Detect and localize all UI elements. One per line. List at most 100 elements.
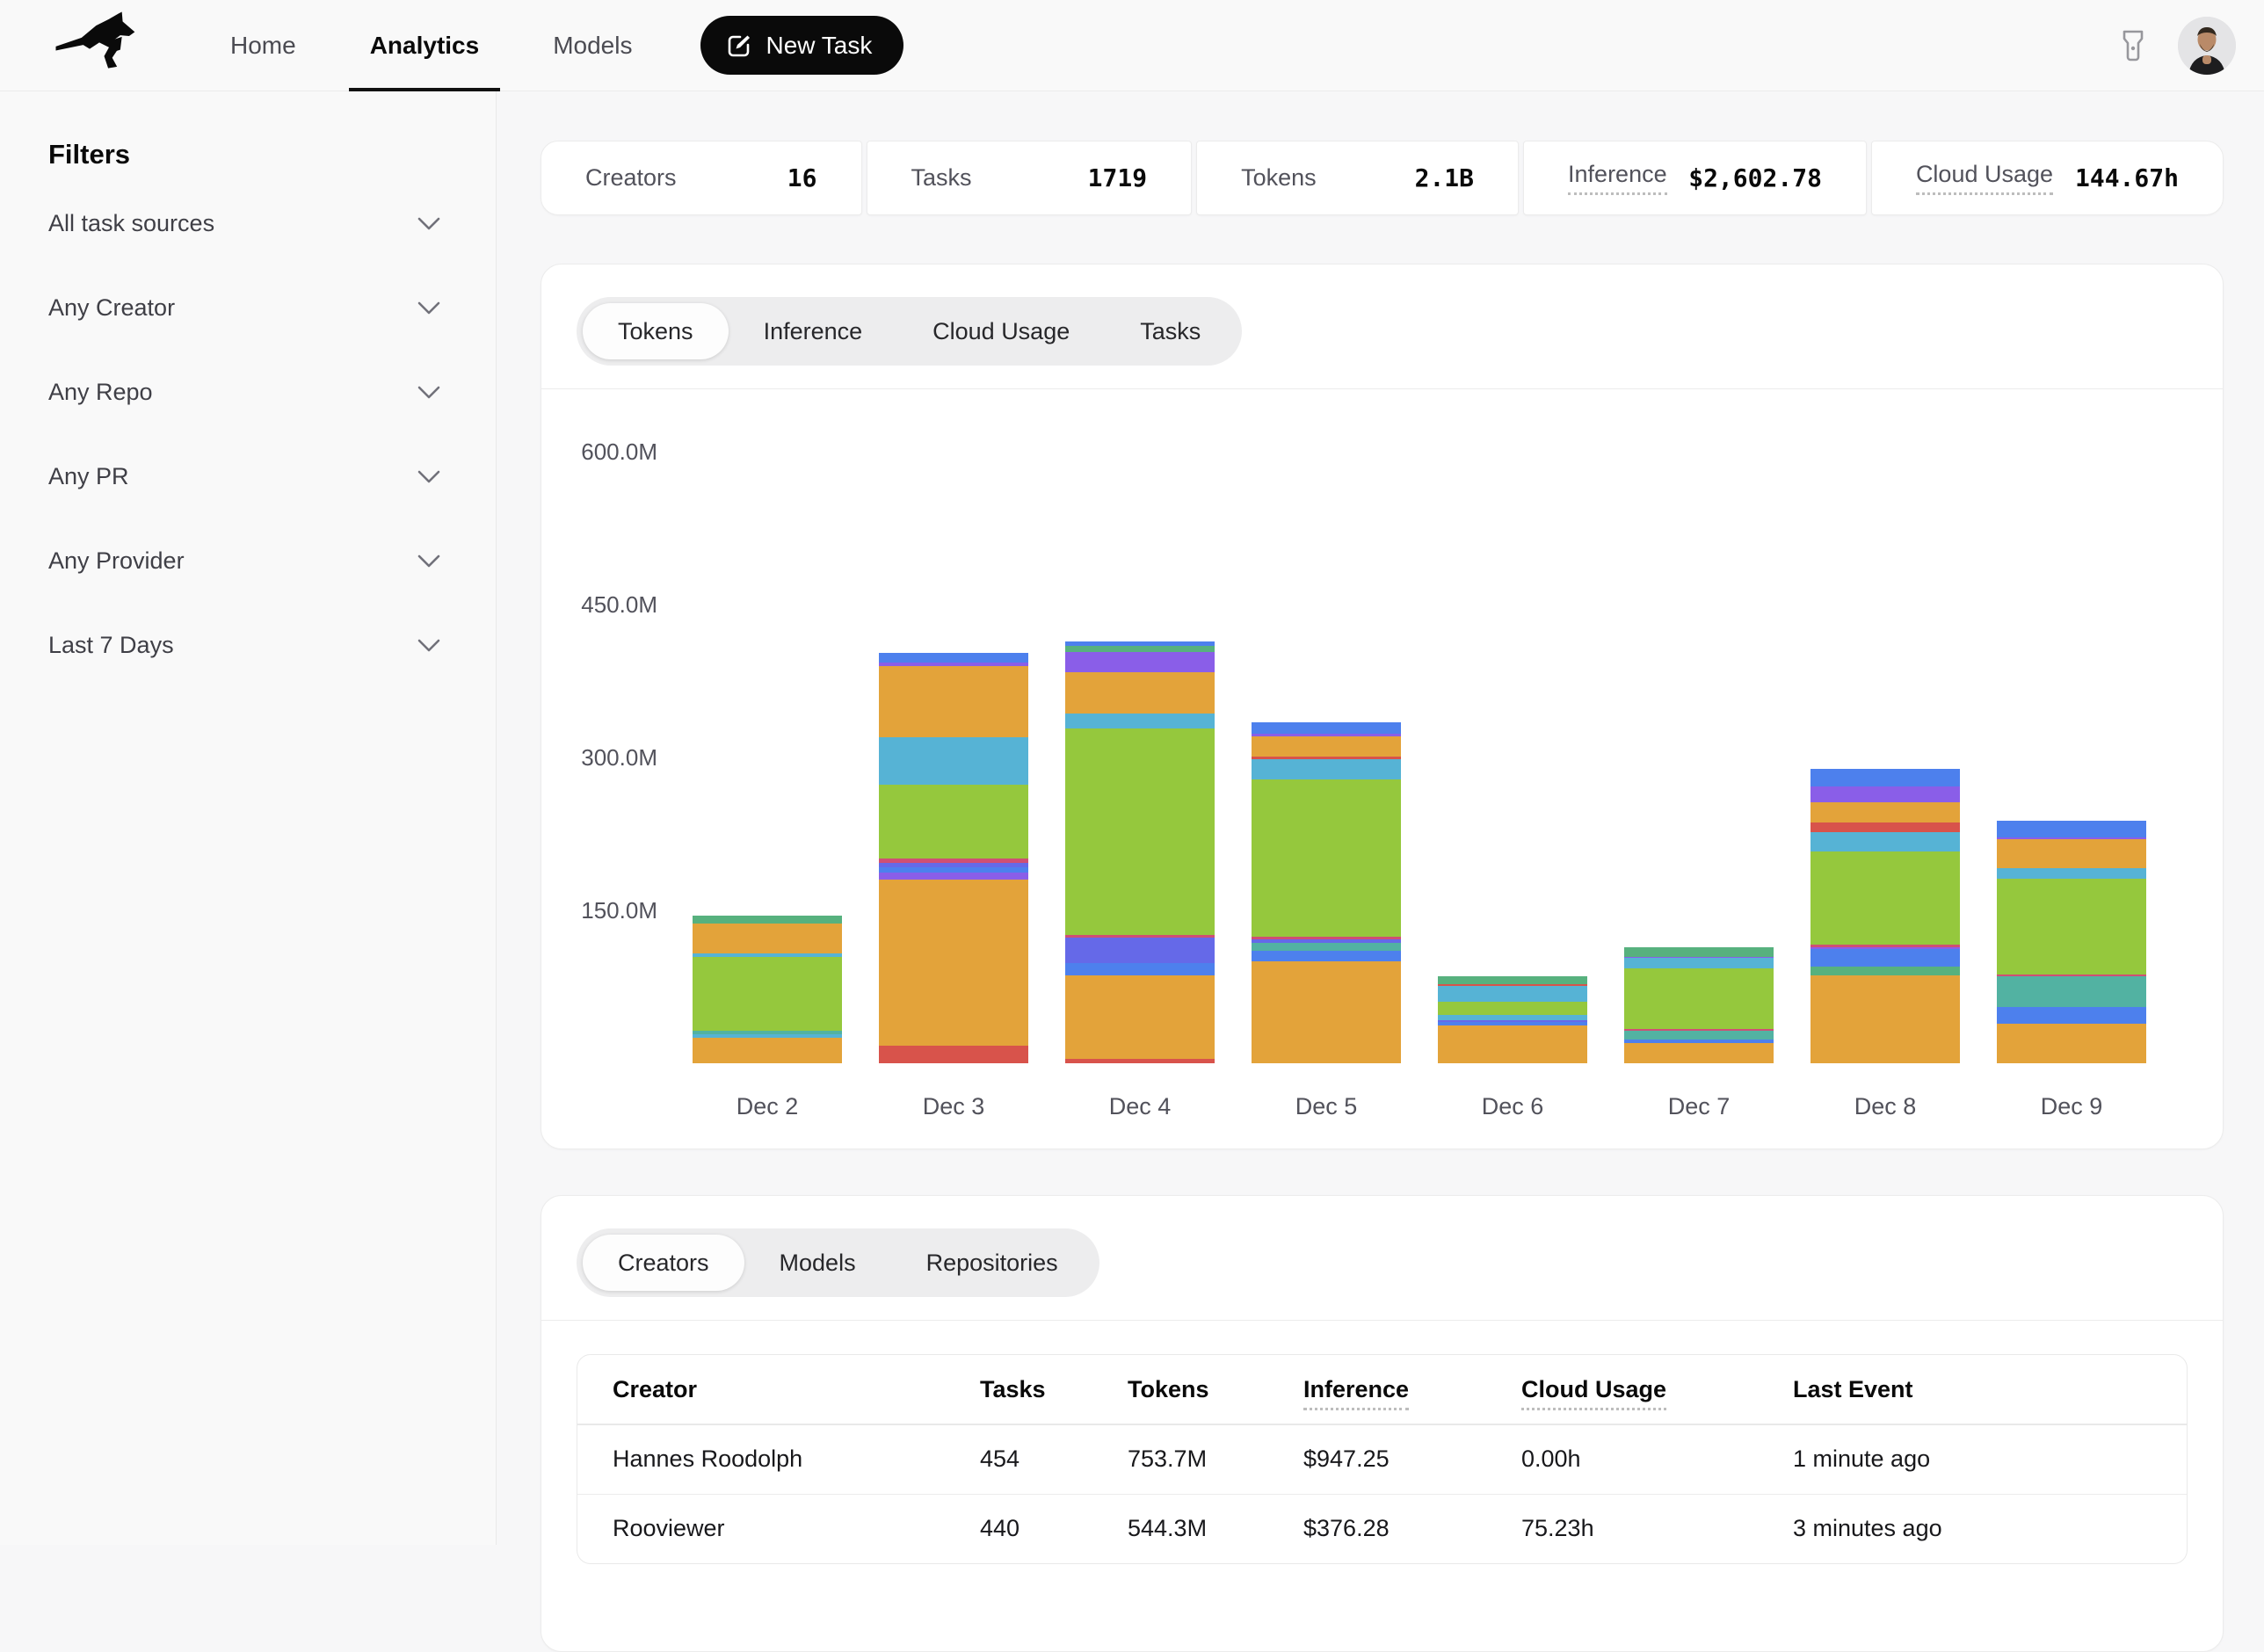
bar-dec-3[interactable]	[879, 653, 1028, 1063]
main-nav: Home Analytics Models	[193, 0, 669, 91]
column-header-last-event: Last Event	[1784, 1355, 2187, 1424]
stat-value: 16	[787, 163, 817, 192]
x-axis-label: Dec 3	[879, 1093, 1028, 1120]
tab-tasks[interactable]: Tasks	[1105, 303, 1236, 359]
y-axis-tick: 450.0M	[541, 589, 657, 620]
bar-dec-5[interactable]	[1252, 722, 1401, 1063]
filters-title: Filters	[48, 141, 441, 168]
stat-label[interactable]: Inference	[1568, 161, 1667, 195]
bar-segment-indigo	[1065, 938, 1215, 963]
bar-segment-sky	[1997, 868, 2146, 879]
tab-cloud-usage[interactable]: Cloud Usage	[897, 303, 1105, 359]
bar-segment-orange	[1438, 1025, 1587, 1063]
y-axis-tick: 150.0M	[541, 895, 657, 926]
stat-label: Tasks	[911, 164, 972, 192]
filter-list: All task sources Any Creator Any Repo Any P…	[48, 194, 441, 674]
navbar-right	[2122, 17, 2236, 75]
edit-icon	[725, 32, 753, 60]
table-header-row: CreatorTasksTokensInferenceCloud UsageLa…	[577, 1355, 2187, 1424]
bar-segment-blue	[1810, 769, 1960, 786]
filter-dropdown-any-pr[interactable]: Any PR	[48, 447, 441, 505]
avatar-photo	[2178, 17, 2236, 75]
avatar[interactable]	[2178, 17, 2236, 75]
bar-segment-orange	[879, 666, 1028, 737]
stats-row: Creators16Tasks1719Tokens2.1BInference$2…	[541, 141, 2224, 215]
chevron-down-icon	[417, 301, 441, 315]
cell-tokens: 753.7M	[1119, 1424, 1295, 1494]
tab-inference[interactable]: Inference	[729, 303, 898, 359]
bar-dec-6[interactable]	[1438, 976, 1587, 1063]
filter-dropdown-any-creator[interactable]: Any Creator	[48, 279, 441, 337]
column-header-tokens: Tokens	[1119, 1355, 1295, 1424]
flashlight-icon	[2122, 29, 2144, 62]
bar-dec-2[interactable]	[693, 916, 842, 1063]
bar-segment-purple	[1810, 786, 1960, 801]
table-row-hannes-roodolph[interactable]: Hannes Roodolph454753.7M$947.250.00h1 mi…	[577, 1424, 2187, 1494]
bar-segment-teal	[1624, 1031, 1774, 1040]
navbar: Home Analytics Models New Task	[0, 0, 2264, 91]
bar-segment-red	[1065, 1059, 1215, 1063]
bar-dec-8[interactable]	[1810, 769, 1960, 1063]
tab-creators[interactable]: Creators	[583, 1235, 744, 1291]
bar-segment-blue	[1065, 963, 1215, 975]
main-content: Creators16Tasks1719Tokens2.1BInference$2…	[497, 91, 2264, 1545]
x-axis-label: Dec 6	[1438, 1093, 1587, 1120]
cell-creator: Rooviewer	[577, 1494, 971, 1563]
tab-models[interactable]: Models	[744, 1235, 891, 1291]
new-task-button[interactable]: New Task	[700, 16, 903, 75]
x-axis-label: Dec 9	[1997, 1093, 2146, 1120]
cell-cloud-usage: 75.23h	[1513, 1494, 1784, 1563]
bar-segment-seagreen	[693, 916, 842, 923]
bar-segment-blue	[1810, 949, 1960, 967]
stat-label: Creators	[585, 164, 677, 192]
filter-dropdown-any-provider[interactable]: Any Provider	[48, 532, 441, 590]
filter-label: Any Repo	[48, 379, 153, 406]
filter-label: Last 7 Days	[48, 632, 174, 659]
table-row-rooviewer[interactable]: Rooviewer440544.3M$376.2875.23h3 minutes…	[577, 1494, 2187, 1563]
stat-label[interactable]: Cloud Usage	[1916, 161, 2053, 195]
tab-tokens[interactable]: Tokens	[583, 303, 729, 359]
cell-tokens: 544.3M	[1119, 1494, 1295, 1563]
bar-segment-green	[1065, 728, 1215, 935]
bar-segment-sky	[1252, 759, 1401, 779]
bar-segment-green	[1810, 851, 1960, 945]
stat-value: $2,602.78	[1688, 163, 1822, 192]
stat-value: 2.1B	[1415, 163, 1474, 192]
filter-dropdown-last-7-days[interactable]: Last 7 Days	[48, 616, 441, 674]
creators-table-wrap: CreatorTasksTokensInferenceCloud UsageLa…	[577, 1354, 2188, 1564]
bar-dec-4[interactable]	[1065, 641, 1215, 1063]
column-header-inference[interactable]: Inference	[1295, 1355, 1513, 1424]
bar-segment-orange	[1252, 736, 1401, 757]
bar-segment-blue	[1252, 722, 1401, 734]
nav-link-analytics[interactable]: Analytics	[333, 0, 517, 91]
cell-inference: $947.25	[1295, 1424, 1513, 1494]
bar-segment-green	[1438, 1002, 1587, 1015]
chevron-down-icon	[417, 469, 441, 484]
flashlight-button[interactable]	[2122, 29, 2144, 62]
bar-segment-seagreen	[1624, 947, 1774, 957]
nav-link-models[interactable]: Models	[516, 0, 669, 91]
x-axis-label: Dec 4	[1065, 1093, 1215, 1120]
bar-segment-green	[1624, 968, 1774, 1030]
bar-dec-9[interactable]	[1997, 821, 2146, 1063]
column-header-cloud-usage[interactable]: Cloud Usage	[1513, 1355, 1784, 1424]
tab-repositories[interactable]: Repositories	[891, 1235, 1093, 1291]
stat-label: Tokens	[1241, 164, 1317, 192]
kangaroo-logo-icon	[51, 11, 148, 81]
bar-segment-sky	[1624, 958, 1774, 968]
bar-segment-seagreen	[1065, 646, 1215, 652]
column-header-label: Inference	[1303, 1376, 1409, 1410]
bar-segment-orange	[693, 1038, 842, 1063]
bar-segment-orange	[1624, 1043, 1774, 1063]
column-header-creator: Creator	[577, 1355, 971, 1424]
bar-segment-green	[1997, 879, 2146, 975]
bar-dec-7[interactable]	[1624, 947, 1774, 1063]
bar-segment-blue	[1252, 951, 1401, 961]
filter-dropdown-all-task-sources[interactable]: All task sources	[48, 194, 441, 252]
cell-cloud-usage: 0.00h	[1513, 1424, 1784, 1494]
kangaroo-logo[interactable]	[51, 11, 148, 81]
bar-segment-orange	[1065, 975, 1215, 1059]
stat-card-tokens: Tokens 2.1B	[1196, 141, 1519, 215]
nav-link-home[interactable]: Home	[193, 0, 333, 91]
filter-dropdown-any-repo[interactable]: Any Repo	[48, 363, 441, 421]
